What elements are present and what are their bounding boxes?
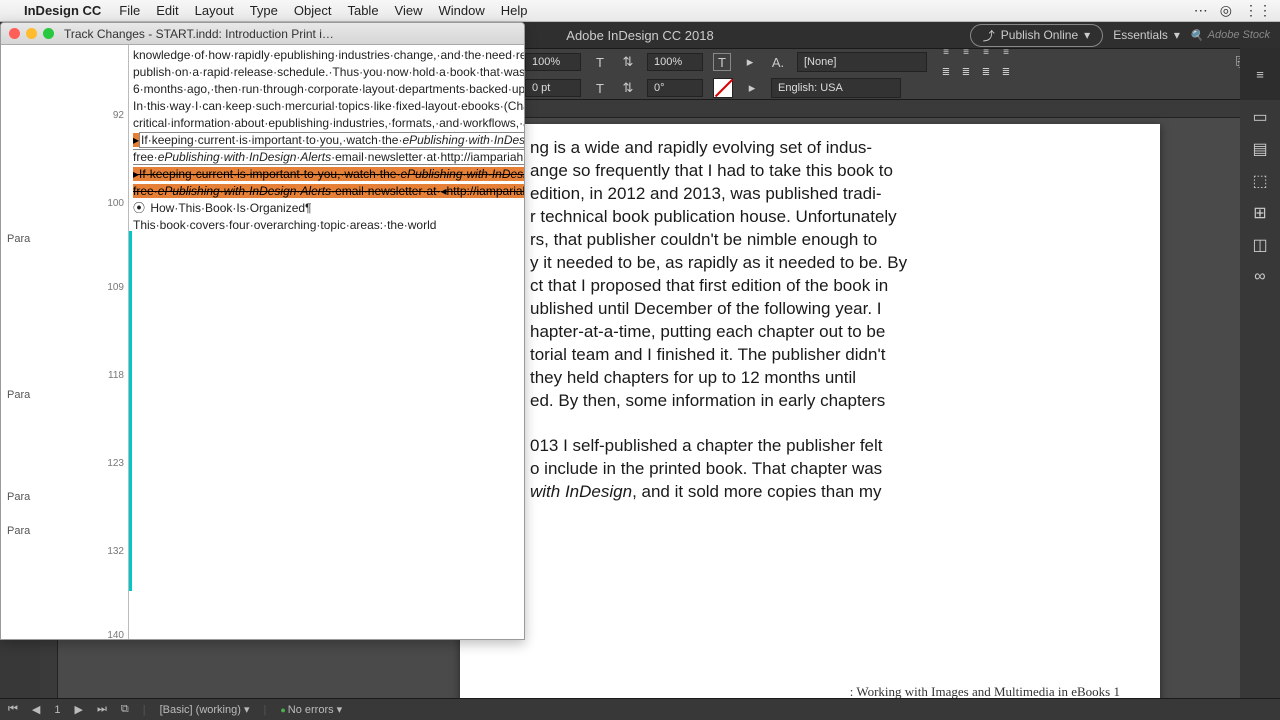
- type-tool-icon: T: [591, 53, 609, 71]
- menu-object[interactable]: Object: [294, 3, 332, 18]
- skew-icon: T: [591, 79, 609, 97]
- story-editor-titlebar[interactable]: Track Changes - START.indd: Introduction…: [1, 23, 524, 45]
- story-editor-window: Track Changes - START.indd: Introduction…: [0, 22, 525, 640]
- first-page-icon[interactable]: ⏮: [8, 703, 18, 716]
- next-page-icon[interactable]: ▶: [75, 703, 83, 716]
- prev-page-icon[interactable]: ◀: [32, 703, 40, 716]
- menu-layout[interactable]: Layout: [195, 3, 234, 18]
- workspace-switcher[interactable]: Essentials▾: [1113, 28, 1180, 42]
- page[interactable]: ng is a wide and rapidly evolving set of…: [460, 124, 1160, 698]
- publish-online-button[interactable]: ⤴Publish Online▾: [970, 24, 1103, 47]
- stroke-panel-icon[interactable]: ⊞: [1251, 204, 1269, 222]
- cc-lib-panel-icon[interactable]: ∞: [1251, 268, 1269, 286]
- chain-icon[interactable]: ⇅: [619, 53, 637, 71]
- mac-menubar: InDesign CC File Edit Layout Type Object…: [0, 0, 1280, 22]
- menu-view[interactable]: View: [395, 3, 423, 18]
- cc-app-icon[interactable]: ◎: [1220, 2, 1232, 19]
- rotation-field[interactable]: 0°: [647, 79, 703, 97]
- page-footer: : Working with Images and Multimedia in …: [850, 684, 1120, 698]
- open-icon[interactable]: ⧉: [121, 703, 129, 716]
- story-gutter: 92 100 Para 109 118 Para 123 Para Para 1…: [1, 45, 129, 639]
- paragraph-style-dropdown[interactable]: [None]: [797, 52, 927, 72]
- baseline-field[interactable]: 0 pt: [525, 79, 581, 97]
- swatch-arrow-icon[interactable]: ▸: [743, 79, 761, 97]
- app-title: Adobe InDesign CC 2018: [566, 28, 713, 43]
- links-panel-icon[interactable]: ⬚: [1251, 172, 1269, 190]
- zoom-icon[interactable]: [43, 28, 54, 39]
- scale-field[interactable]: 100%: [647, 53, 703, 71]
- story-editor-title: Track Changes - START.indd: Introduction…: [64, 27, 334, 41]
- adobe-stock-search[interactable]: 🔍Adobe Stock: [1190, 29, 1270, 42]
- menu-edit[interactable]: Edit: [156, 3, 178, 18]
- layers-panel-icon[interactable]: ▤: [1251, 140, 1269, 158]
- language-dropdown[interactable]: English: USA: [771, 78, 901, 98]
- expand-panel-icon[interactable]: ≡: [1251, 65, 1269, 83]
- preflight-status[interactable]: ●No errors ▾: [280, 703, 342, 716]
- close-icon[interactable]: [9, 28, 20, 39]
- menu-help[interactable]: Help: [501, 3, 528, 18]
- menu-file[interactable]: File: [119, 3, 140, 18]
- arrow-icon: ▸: [741, 53, 759, 71]
- right-strip-top: ≡: [1240, 48, 1280, 100]
- status-bar: ⏮ ◀ 1 ▶ ⏭ ⧉ | [Basic] (working) ▾ | ●No …: [0, 698, 1280, 720]
- menu-type[interactable]: Type: [250, 3, 278, 18]
- menu-window[interactable]: Window: [439, 3, 485, 18]
- minimize-icon[interactable]: [26, 28, 37, 39]
- chain2-icon[interactable]: ⇅: [619, 79, 637, 97]
- swatches-panel-icon[interactable]: ◫: [1251, 236, 1269, 254]
- page-field[interactable]: 1: [54, 704, 60, 716]
- cc-icon[interactable]: ⋯: [1194, 2, 1208, 19]
- fill-swatch[interactable]: [713, 78, 733, 98]
- menu-table[interactable]: Table: [347, 3, 378, 18]
- panel-dock: ▭ ▤ ⬚ ⊞ ◫ ∞: [1240, 100, 1280, 698]
- pages-panel-icon[interactable]: ▭: [1251, 108, 1269, 126]
- char-a-icon: A.: [769, 53, 787, 71]
- char-format-icon[interactable]: T: [713, 53, 731, 71]
- app-name[interactable]: InDesign CC: [24, 3, 101, 18]
- style-status[interactable]: [Basic] (working) ▾: [160, 703, 250, 716]
- zoom-field[interactable]: 100%: [525, 53, 581, 71]
- page-text-frame[interactable]: ng is a wide and rapidly evolving set of…: [530, 136, 960, 503]
- wifi-icon[interactable]: ⋮⋮: [1244, 2, 1272, 19]
- last-page-icon[interactable]: ⏭: [97, 703, 107, 716]
- story-text[interactable]: knowledge·of·how·rapidly·epublishing·ind…: [129, 45, 524, 639]
